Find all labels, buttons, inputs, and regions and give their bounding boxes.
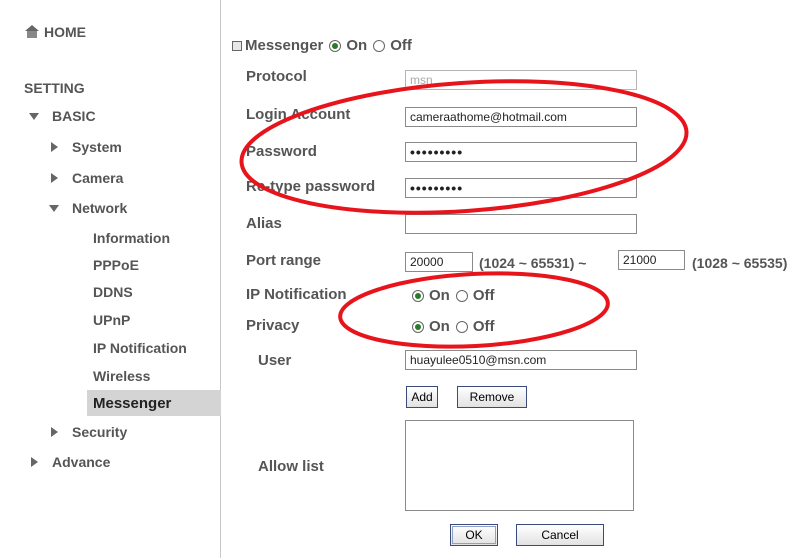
annotation-overlay [239,79,689,349]
annotation-ellipse-notifications [338,271,610,349]
annotation-ellipse-credentials [239,79,689,215]
